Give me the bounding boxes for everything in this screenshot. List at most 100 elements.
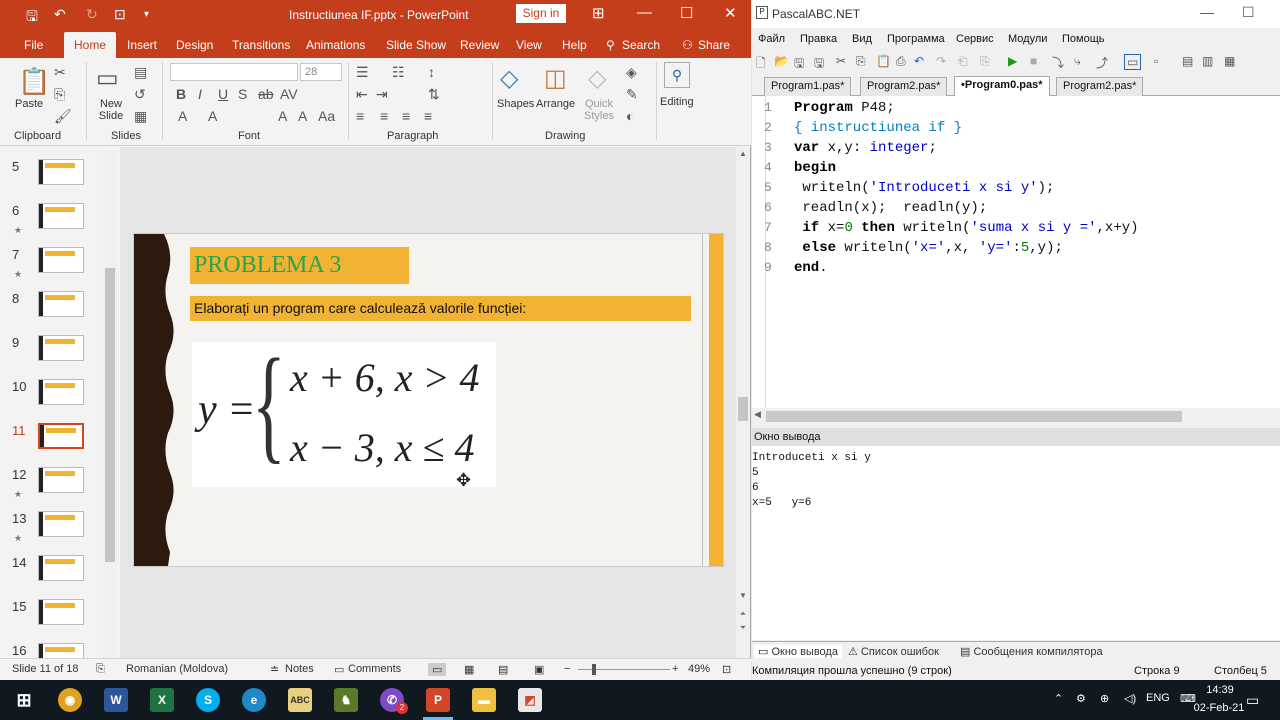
zoom-level[interactable]: 49%	[688, 663, 710, 675]
editing-label[interactable]: Editing	[660, 96, 694, 108]
pa-minimize-button[interactable]: —	[1200, 4, 1214, 20]
word-icon[interactable]: W	[104, 688, 128, 712]
slide-preview[interactable]	[38, 159, 84, 185]
code-line-2[interactable]: { instructiunea if }	[794, 120, 962, 136]
step-over-icon[interactable]: ⤷	[1074, 54, 1081, 69]
line-spacing-icon[interactable]: ↕	[428, 64, 435, 80]
tab-file[interactable]: File	[24, 38, 43, 52]
tab-compiler-messages[interactable]: ▤ Сообщения компилятора	[960, 645, 1103, 658]
cut-icon[interactable]: ✂	[54, 64, 66, 81]
numbering-icon[interactable]: ☷	[392, 64, 405, 81]
align-left-icon[interactable]: ≡	[356, 108, 364, 124]
menu-modules[interactable]: Модули	[1008, 33, 1047, 45]
slide-preview[interactable]	[38, 467, 84, 493]
print-icon[interactable]: ⎙	[896, 54, 906, 69]
copy-icon[interactable]: ⎘	[54, 86, 65, 103]
settings-icon[interactable]: ▦	[1224, 54, 1235, 68]
run-icon[interactable]: ▶	[1008, 54, 1017, 68]
slide-thumbnail[interactable]: 10	[10, 379, 118, 419]
debug-icon[interactable]: ▥	[1202, 54, 1213, 68]
slide-thumbnail[interactable]: 9	[10, 335, 118, 375]
tab-home[interactable]: Home	[64, 32, 117, 58]
slide-sorter-icon[interactable]: ▦	[464, 663, 474, 676]
shape-fill-icon[interactable]: ◈	[626, 64, 637, 81]
slide-thumbnail[interactable]: 14	[10, 555, 118, 595]
output-window-icon[interactable]: ▭	[1124, 54, 1142, 70]
menu-service[interactable]: Сервис	[956, 33, 994, 45]
slide-scrollbar[interactable]: ▲ ▼ ⏶ ⏷	[736, 147, 750, 658]
font-color-icon[interactable]: A	[208, 108, 217, 124]
edge-icon[interactable]: e	[242, 688, 266, 712]
slide-preview[interactable]	[38, 423, 84, 449]
slide-thumbnail[interactable]: 12 ★	[10, 467, 118, 507]
text-direction-icon[interactable]: ⇅	[428, 86, 440, 103]
quick-styles-icon[interactable]: ◇	[588, 64, 606, 93]
present-icon[interactable]: ⊡	[114, 6, 126, 23]
code-line-5[interactable]: writeln('Introduceti x si y');	[794, 180, 1054, 196]
language-tray[interactable]: ENG	[1146, 692, 1170, 704]
increase-indent-icon[interactable]: ⇥	[376, 86, 388, 103]
paste-label[interactable]: Paste	[15, 98, 43, 110]
slide-preview[interactable]	[38, 599, 84, 625]
save-all-icon[interactable]: 🖫	[814, 54, 824, 75]
tab-transitions[interactable]: Transitions	[232, 38, 290, 52]
maximize-button[interactable]: ☐	[680, 4, 693, 22]
zoom-in-icon[interactable]: +	[672, 663, 678, 675]
font-size-input[interactable]: 28	[300, 63, 342, 81]
shadow-icon[interactable]: S	[238, 86, 247, 102]
tab-search[interactable]: Search	[622, 38, 660, 52]
open-icon[interactable]: 📂	[774, 54, 789, 68]
redo-code-icon[interactable]: ↷	[936, 54, 946, 68]
undo-icon[interactable]: ↶	[54, 6, 66, 23]
tab-view[interactable]: View	[516, 38, 542, 52]
slide-thumbnail[interactable]: 8	[10, 291, 118, 331]
snip-icon[interactable]: ◩	[518, 688, 542, 712]
share-icon[interactable]: ⚇	[682, 38, 693, 52]
tab-output-window[interactable]: ▭ Окно вывода	[754, 645, 842, 658]
cut-code-icon[interactable]: ✂	[836, 54, 846, 68]
slide-preview[interactable]	[38, 335, 84, 361]
save-file-icon[interactable]: 🖫	[794, 54, 804, 75]
align-right-icon[interactable]: ≡	[402, 108, 410, 124]
copy-code-icon[interactable]: ⎘	[856, 54, 866, 69]
slide-preview[interactable]	[38, 379, 84, 405]
tray-app-icon[interactable]: ⚙	[1076, 692, 1086, 705]
code-line-3[interactable]: var x,y: integer;	[794, 140, 937, 156]
notes-button[interactable]: Notes	[285, 663, 314, 675]
code-line-4[interactable]: begin	[794, 160, 836, 176]
close-button[interactable]: ✕	[724, 4, 737, 22]
abcnet-icon[interactable]: ABC	[288, 688, 312, 712]
normal-view-icon[interactable]: ▭	[428, 663, 447, 676]
find-icon[interactable]: ⚲	[664, 62, 690, 88]
reading-view-icon[interactable]: ▤	[498, 663, 508, 676]
underline-icon[interactable]: U	[218, 86, 228, 102]
highlight-icon[interactable]: A	[178, 108, 187, 124]
menu-view[interactable]: Вид	[852, 33, 872, 45]
slide-thumbnail[interactable]: 11	[10, 423, 118, 463]
code-line-8[interactable]: else writeln('x=',x, 'y=':5,y);	[794, 240, 1062, 256]
slide-thumbnail[interactable]: 6 ★	[10, 203, 118, 243]
zoom-slider-thumb[interactable]	[592, 664, 596, 675]
zoom-out-icon[interactable]: −	[564, 663, 570, 675]
tab-program0[interactable]: •Program0.pas*	[954, 76, 1050, 97]
new-slide-label[interactable]: New Slide	[96, 98, 126, 122]
save-icon[interactable]: 🖫	[26, 6, 38, 30]
fit-slide-icon[interactable]: ⊡	[722, 663, 731, 676]
shapes-icon[interactable]: ◇	[500, 64, 518, 93]
tray-up-icon[interactable]: ⌃	[1054, 692, 1063, 705]
redo-icon[interactable]: ↻	[86, 6, 98, 23]
tab-error-list[interactable]: ⚠ Список ошибок	[848, 645, 939, 658]
step-out-icon[interactable]: ⤴	[1096, 54, 1108, 71]
paste-code-icon[interactable]: 📋	[876, 54, 891, 68]
tab-slide-show[interactable]: Slide Show	[386, 38, 446, 52]
slide-thumbnail[interactable]: 16	[10, 643, 118, 658]
form-icon[interactable]: ▫	[1154, 54, 1158, 68]
menu-help[interactable]: Помощь	[1062, 33, 1105, 45]
layout-icon[interactable]: ▤	[134, 64, 147, 81]
language-indicator[interactable]: Romanian (Moldova)	[126, 663, 228, 675]
new-slide-icon[interactable]: ▭	[96, 64, 119, 93]
slide-preview[interactable]	[38, 203, 84, 229]
shapes-label[interactable]: Shapes	[497, 98, 534, 110]
slideshow-icon[interactable]: ▣	[534, 663, 544, 676]
arrange-icon[interactable]: ◫	[544, 64, 567, 93]
